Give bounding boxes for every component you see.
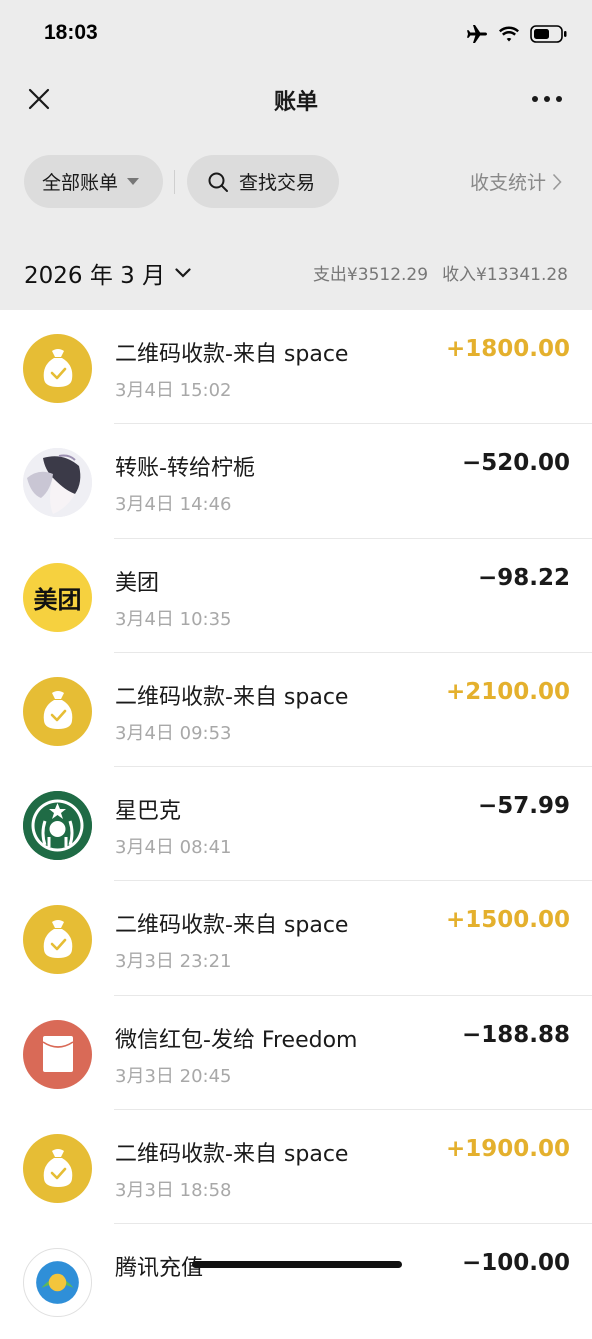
transaction-amount: −100.00 (461, 1250, 570, 1277)
transaction-amount: +1800.00 (445, 336, 570, 362)
home-indicator (192, 1261, 402, 1268)
tencent-recharge-icon (23, 1248, 92, 1318)
transaction-row[interactable]: 微信红包-发给 Freedom 3月3日 20:45 −188.88 (0, 996, 592, 1111)
transaction-title: 二维码收款-来自 space (115, 342, 349, 367)
transaction-amount: +1500.00 (445, 907, 570, 934)
transaction-title: 腾讯充值 (115, 1256, 204, 1282)
money-bag-icon (23, 676, 92, 746)
transaction-row[interactable]: 腾讯充值 −100.00 (0, 1224, 592, 1338)
transaction-time: 3月4日 08:41 (115, 837, 232, 859)
battery-icon (530, 25, 567, 43)
search-transactions-button[interactable]: 查找交易 (187, 155, 339, 208)
transaction-time: 3月4日 10:35 (115, 608, 232, 630)
transaction-amount: −98.22 (477, 564, 570, 591)
airplane-icon (467, 25, 487, 43)
transaction-row[interactable]: 二维码收款-来自 space 3月4日 15:02 +1800.00 (0, 310, 592, 425)
status-time: 18:03 (44, 21, 98, 44)
status-icons (466, 24, 568, 44)
transaction-list: 二维码收款-来自 space 3月4日 15:02 +1800.00 转账-转给… (0, 310, 592, 1339)
all-bills-filter[interactable]: 全部账单 (24, 155, 163, 208)
transaction-title: 二维码收款-来自 space (115, 684, 349, 710)
chevron-down-icon (175, 268, 191, 278)
transaction-amount: −520.00 (461, 450, 570, 477)
transaction-row[interactable]: 美团 美团 3月4日 10:35 −98.22 (0, 539, 592, 653)
transaction-time: 3月3日 18:58 (115, 1180, 232, 1202)
transaction-time: 3月3日 23:21 (115, 951, 232, 973)
month-label: 2026 年 3 月 (24, 263, 166, 289)
meituan-logo: 美团 (23, 562, 92, 632)
transaction-time: 3月4日 15:02 (115, 380, 232, 401)
transaction-row[interactable]: 星巴克 3月4日 08:41 −57.99 (0, 767, 592, 882)
starbucks-logo (23, 791, 92, 861)
transaction-row[interactable]: 二维码收款-来自 space 3月3日 23:21 +1500.00 (0, 881, 592, 996)
transaction-title: 二维码收款-来自 space (115, 1142, 349, 1168)
contact-avatar (23, 448, 92, 518)
transaction-row[interactable]: 转账-转给柠栀 3月4日 14:46 −520.00 (0, 424, 592, 539)
transaction-amount: −57.99 (477, 793, 570, 820)
expense-total: 支出¥3512.29 (312, 265, 429, 285)
more-icon[interactable] (532, 96, 562, 102)
month-selector[interactable]: 2026 年 3 月 (24, 256, 191, 290)
transaction-time: 3月4日 14:46 (115, 494, 232, 516)
money-bag-icon (23, 905, 92, 975)
transaction-title: 美团 (115, 570, 160, 596)
meituan-logo-text: 美团 (33, 585, 82, 614)
stats-link[interactable]: 收支统计 (470, 168, 562, 195)
transaction-title: 微信红包-发给 Freedom (115, 1027, 358, 1053)
search-label: 查找交易 (239, 172, 316, 194)
transaction-title: 转账-转给柠栀 (115, 456, 255, 482)
caret-down-icon (127, 178, 140, 185)
transaction-amount: +2100.00 (445, 678, 570, 705)
money-bag-icon (23, 1134, 92, 1204)
red-packet-icon (23, 1019, 92, 1089)
money-bag-icon (23, 334, 92, 403)
search-icon (208, 172, 228, 192)
transaction-amount: +1900.00 (445, 1136, 570, 1163)
all-bills-label: 全部账单 (42, 172, 119, 194)
wifi-icon (499, 26, 519, 42)
page-title: 账单 (273, 90, 318, 115)
chevron-right-icon (552, 173, 562, 190)
stats-label: 收支统计 (469, 172, 546, 194)
divider (174, 170, 175, 194)
transaction-row[interactable]: 二维码收款-来自 space 3月3日 18:58 +1900.00 (0, 1110, 592, 1225)
transaction-amount: −188.88 (461, 1021, 570, 1048)
transaction-title: 二维码收款-来自 space (115, 913, 349, 939)
transaction-time: 3月3日 20:45 (115, 1065, 232, 1087)
month-summary: 支出¥3512.29 收入¥13341.28 (313, 260, 568, 285)
transaction-time: 3月4日 09:53 (115, 722, 232, 744)
transaction-row[interactable]: 二维码收款-来自 space 3月4日 09:53 +2100.00 (0, 653, 592, 768)
transaction-title: 星巴克 (115, 799, 182, 825)
income-total: 收入¥13341.28 (442, 265, 568, 285)
